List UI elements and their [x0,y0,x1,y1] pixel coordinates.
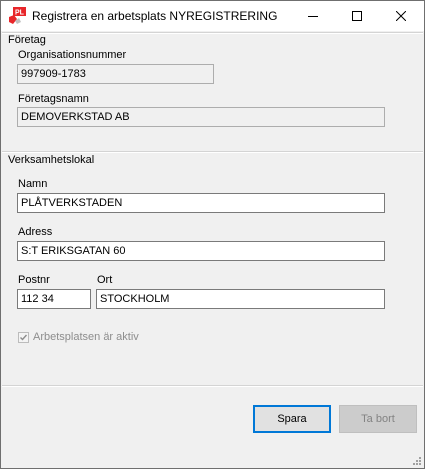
location-section-title: Verksamhetslokal [8,154,95,166]
maximize-button[interactable] [335,1,379,31]
address-label: Adress [18,226,53,238]
app-logo-icon: PL [8,7,26,25]
city-label: Ort [97,274,113,286]
close-icon [396,11,406,21]
section-divider [2,32,423,34]
close-button[interactable] [379,1,423,31]
active-checkbox[interactable] [18,331,29,343]
maximize-icon [352,11,362,21]
city-input[interactable]: STOCKHOLM [96,289,385,309]
svg-text:PL: PL [15,10,25,17]
active-checkbox-label: Arbetsplatsen är aktiv [33,331,139,343]
title-bar[interactable]: PL Registrera en arbetsplats NYREGISTRER… [1,1,424,31]
active-checkbox-row: Arbetsplatsen är aktiv [18,331,139,343]
company-name-field: DEMOVERKSTAD AB [17,107,385,127]
footer-divider [2,385,423,387]
delete-button[interactable]: Ta bort [339,405,417,433]
minimize-button[interactable] [291,1,335,31]
location-name-label: Namn [18,178,48,190]
save-button[interactable]: Spara [253,405,331,433]
company-name-label: Företagsnamn [18,93,89,105]
checkmark-icon [20,334,28,341]
postal-code-input[interactable]: 112 34 [17,289,91,309]
minimize-icon [308,16,318,17]
location-name-input[interactable]: PLÅTVERKSTADEN [17,193,385,213]
company-section-title: Företag [8,34,46,46]
postal-code-label: Postnr [18,274,50,286]
org-number-label: Organisationsnummer [18,49,127,61]
dialog-window: PL Registrera en arbetsplats NYREGISTRER… [0,0,425,469]
address-input[interactable]: S:T ERIKSGATAN 60 [17,241,385,261]
window-title: Registrera en arbetsplats NYREGISTRERING [32,9,278,23]
resize-grip-icon[interactable] [412,456,422,466]
org-number-field: 997909-1783 [17,64,214,84]
section-divider [2,151,423,153]
